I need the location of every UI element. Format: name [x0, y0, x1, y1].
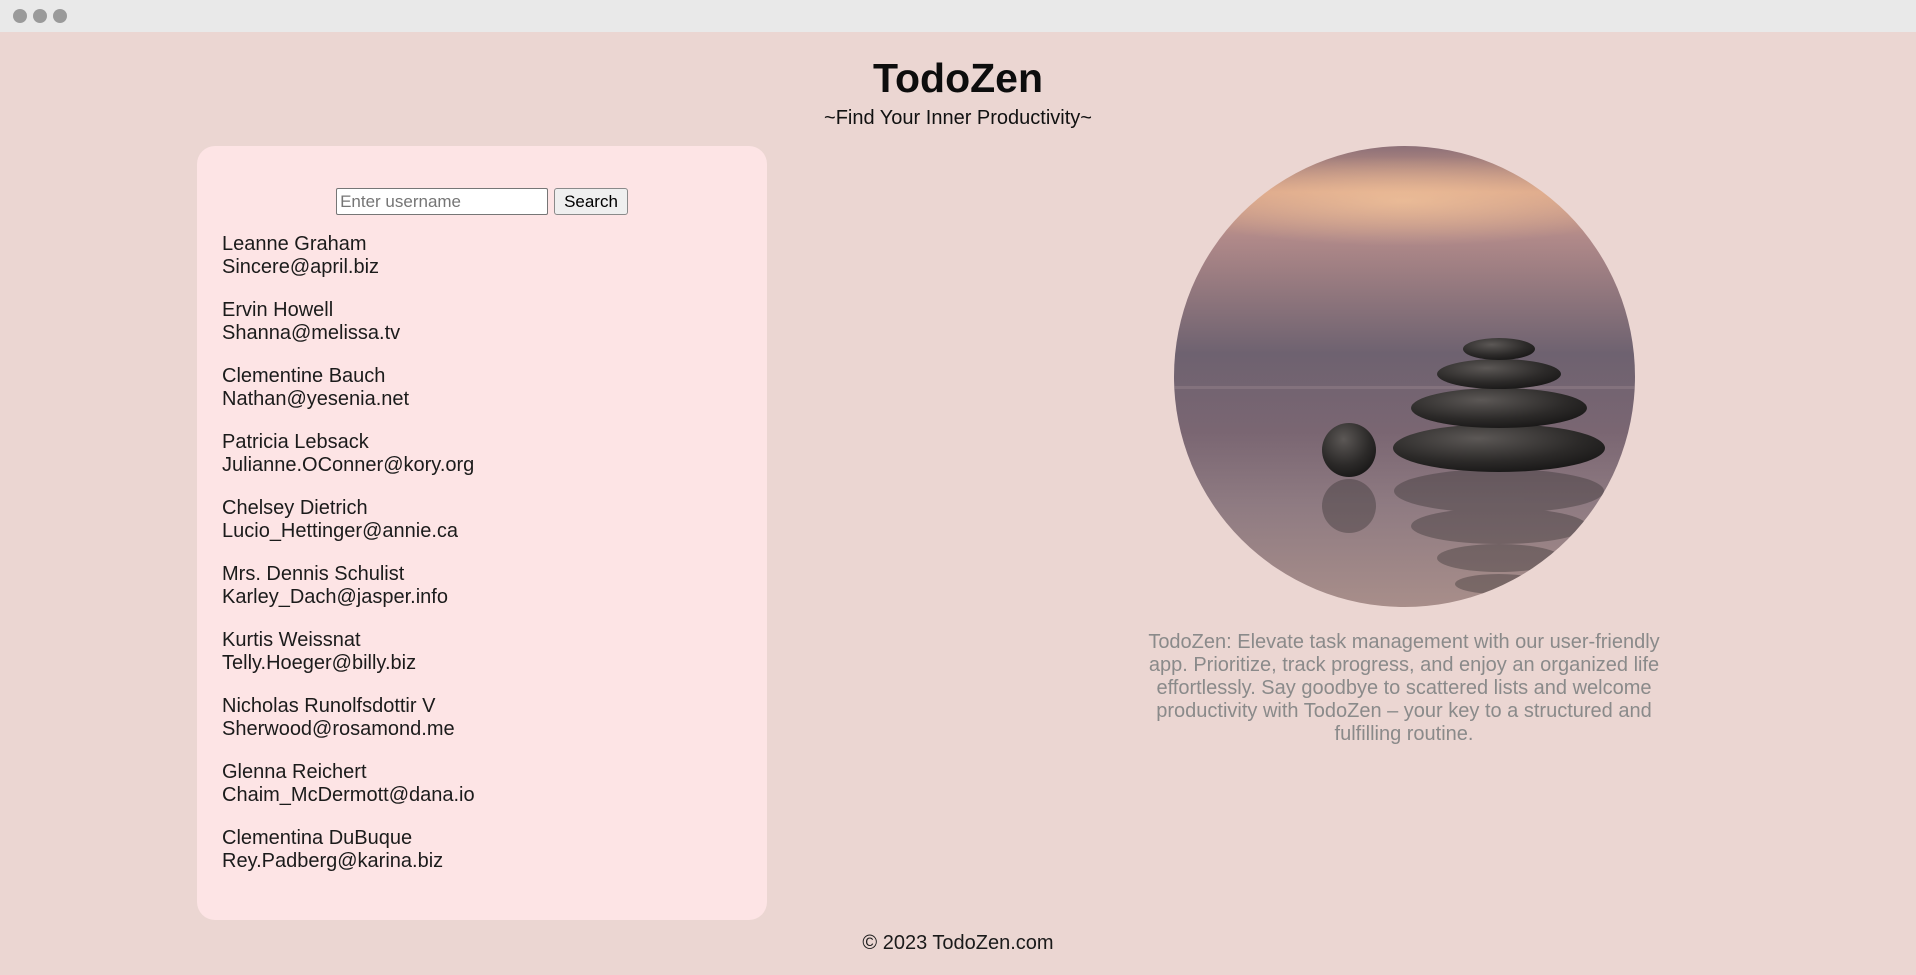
user-email: Chaim_McDermott@dana.io [222, 784, 475, 806]
user-list-item: Nicholas Runolfsdottir V Sherwood@rosamon… [222, 695, 767, 741]
user-panel: Search Leanne GrahamSincere@april.biz Erv… [197, 146, 767, 920]
user-name: Patricia Lebsack [222, 431, 369, 453]
user-name: Mrs. Dennis Schulist [222, 563, 405, 585]
user-email: Karley_Dach@jasper.info [222, 586, 448, 608]
page-header: TodoZen ~Find Your Inner Productivity~ [0, 32, 1916, 130]
user-name: Kurtis Weissnat [222, 629, 361, 651]
main-content: Search Leanne GrahamSincere@april.biz Erv… [0, 130, 1916, 920]
user-email: Rey.Padberg@karina.biz [222, 850, 444, 872]
user-list: Leanne Graham Sincere@april.biz Ervin Howe… [222, 233, 767, 873]
window-chrome [0, 0, 1916, 32]
window-minimize-dot[interactable] [33, 9, 47, 23]
user-list-item: Clementine Bauch Nathan@yesenia.net [222, 365, 767, 411]
user-list-item: Kurtis Weissnat Telly.Hoeger@billy.biz [222, 629, 767, 675]
user-list-item: Chelsey Dietrich Lucio_Hettinger@annie.ca [222, 497, 767, 543]
user-email: Nathan@yesenia.net [222, 388, 410, 410]
user-email: Sincere@april.biz [222, 256, 380, 278]
user-list-item: Mrs. Dennis Schulist Karley_Dach@jasper.i… [222, 563, 767, 609]
search-bar: Search [222, 188, 767, 215]
user-email: Shanna@melissa.tv [222, 322, 401, 344]
search-button[interactable]: Search [554, 188, 628, 215]
app-title: TodoZen [872, 55, 1044, 101]
user-email: Julianne.OConner@kory.org [222, 454, 475, 476]
user-name: Clementina DuBuque [222, 827, 413, 849]
user-name: Glenna Reichert [222, 761, 367, 783]
zen-stones-image [1173, 146, 1635, 607]
user-name: Chelsey Dietrich [222, 497, 368, 519]
user-list-item: Leanne Graham Sincere@april.biz [222, 233, 767, 279]
user-list-item: Ervin Howell Shanna@melissa.tv [222, 299, 767, 345]
user-email: Telly.Hoeger@billy.biz [222, 652, 417, 674]
user-list-item: Clementina DuBuque Rey.Padberg@karina.biz [222, 827, 767, 873]
user-name: Ervin Howell [222, 299, 334, 321]
app-description: TodoZen: Elevate task management with ou… [1148, 631, 1660, 745]
user-name: Nicholas Runolfsdottir V [222, 695, 436, 717]
page-footer: © 2023 TodoZen.com [862, 932, 1054, 954]
user-name: Leanne Graham [222, 233, 367, 255]
user-email: Sherwood@rosamond.me [222, 718, 455, 740]
user-list-item: Glenna Reichert Chaim_McDermott@dana.io [222, 761, 767, 807]
window-close-dot[interactable] [13, 9, 27, 23]
username-search-input[interactable] [336, 188, 549, 215]
window-maximize-dot[interactable] [53, 9, 67, 23]
user-name: Clementine Bauch [222, 365, 386, 387]
user-email: Lucio_Hettinger@annie.ca [222, 520, 459, 542]
user-list-item: Patricia Lebsack Julianne.OConner@kory.or… [222, 431, 767, 477]
app-subtitle: ~Find Your Inner Productivity~ [824, 107, 1092, 129]
hero-section: TodoZen: Elevate task management with ou… [1127, 146, 1681, 746]
